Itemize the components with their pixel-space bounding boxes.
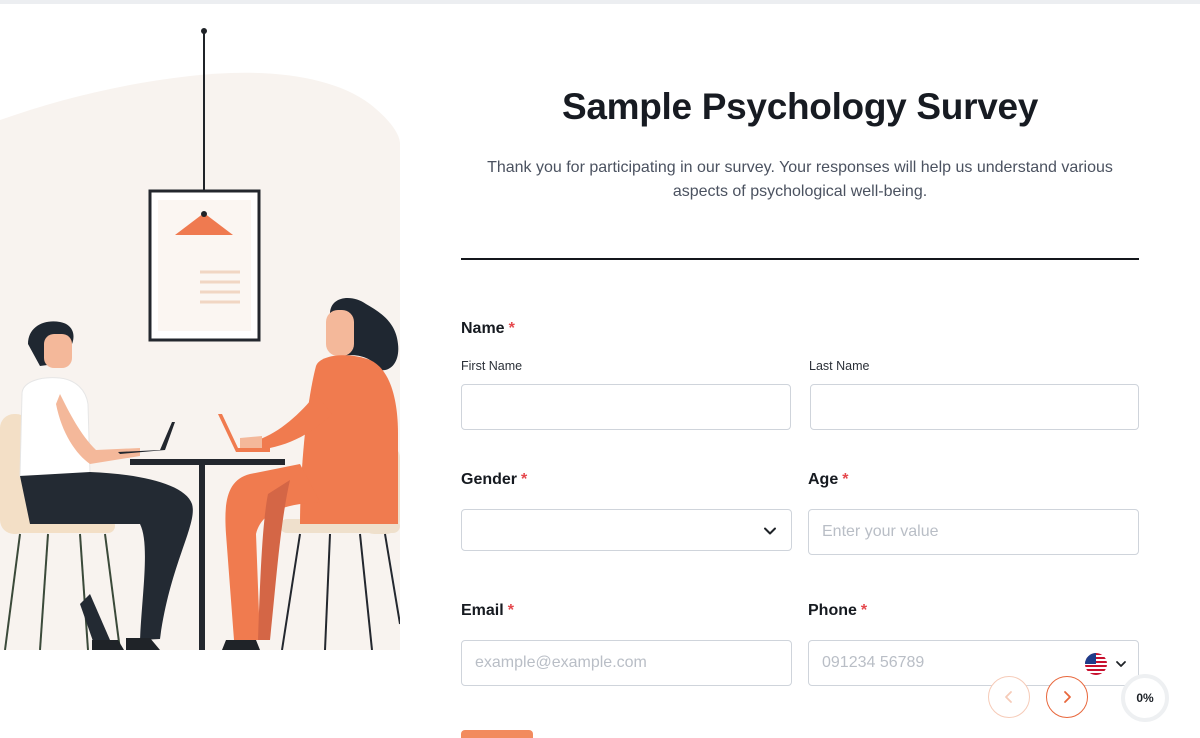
divider bbox=[461, 258, 1139, 260]
age-input[interactable]: Enter your value bbox=[808, 509, 1139, 555]
illustration bbox=[0, 4, 400, 650]
required-marker: * bbox=[842, 471, 849, 488]
gender-select[interactable] bbox=[461, 509, 792, 551]
last-name-label: Last Name bbox=[809, 359, 870, 373]
first-name-input[interactable] bbox=[461, 384, 791, 430]
age-label-text: Age bbox=[808, 471, 839, 488]
required-marker: * bbox=[508, 320, 515, 337]
progress-indicator: 0% bbox=[1121, 674, 1169, 722]
last-name-input[interactable] bbox=[810, 384, 1139, 430]
name-label: Name * bbox=[461, 320, 515, 338]
progress-text: 0% bbox=[1136, 691, 1154, 705]
required-marker: * bbox=[507, 602, 514, 619]
page-description: Thank you for participating in our surve… bbox=[487, 159, 1113, 200]
chevron-left-icon bbox=[1005, 691, 1012, 703]
submit-button[interactable] bbox=[461, 730, 533, 738]
office-meeting-illustration bbox=[0, 28, 400, 650]
previous-button[interactable] bbox=[988, 676, 1030, 718]
email-label-text: Email bbox=[461, 602, 504, 619]
name-label-text: Name bbox=[461, 320, 505, 337]
age-placeholder: Enter your value bbox=[822, 523, 939, 540]
page-title: Sample Psychology Survey bbox=[561, 86, 1039, 127]
phone-label-text: Phone bbox=[808, 602, 857, 619]
chevron-down-icon bbox=[764, 527, 776, 535]
phone-input[interactable]: 091234 56789 bbox=[808, 640, 1139, 686]
next-button[interactable] bbox=[1046, 676, 1088, 718]
email-label: Email * bbox=[461, 602, 514, 620]
phone-placeholder: 091234 56789 bbox=[822, 654, 925, 671]
gender-label: Gender * bbox=[461, 471, 527, 489]
email-input[interactable]: example@example.com bbox=[461, 640, 792, 686]
chevron-down-icon[interactable] bbox=[1115, 658, 1127, 670]
chevron-right-icon bbox=[1064, 691, 1071, 703]
required-marker: * bbox=[860, 602, 868, 619]
required-marker: * bbox=[521, 471, 528, 488]
first-name-label: First Name bbox=[461, 359, 523, 373]
phone-label: Phone * bbox=[808, 602, 867, 620]
email-placeholder: example@example.com bbox=[475, 654, 647, 671]
age-label: Age * bbox=[808, 471, 848, 489]
gender-label-text: Gender bbox=[461, 471, 518, 488]
us-flag-icon[interactable] bbox=[1085, 653, 1107, 675]
